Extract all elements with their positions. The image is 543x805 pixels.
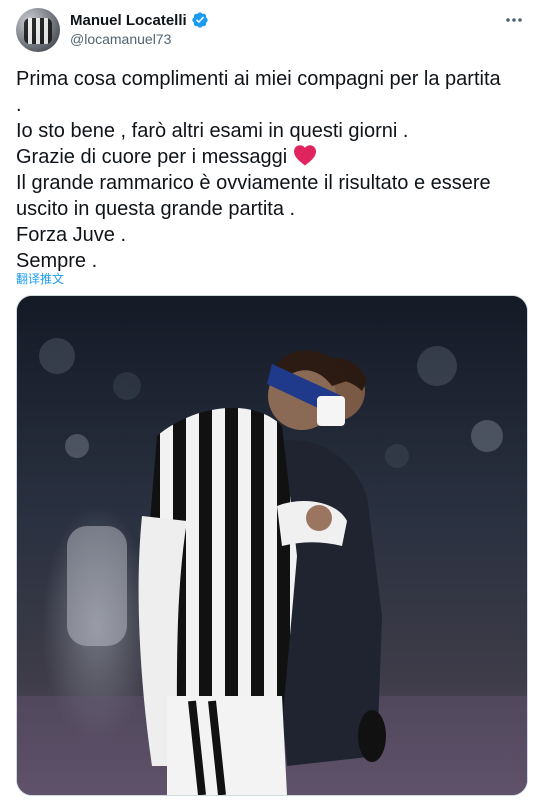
tweet-line: Prima cosa complimenti ai miei compagni …	[16, 68, 501, 90]
tweet-line: .	[16, 94, 22, 116]
avatar[interactable]	[16, 8, 60, 52]
tweet-line: Il grande rammarico è ovviamente il risu…	[16, 172, 491, 194]
tweet-line-with-emoji: Grazie di cuore per i messaggi	[16, 144, 528, 170]
tweet-card: Manuel Locatelli @locamanuel73 Prima cos…	[0, 0, 543, 805]
red-heart-icon	[294, 145, 317, 166]
more-options-icon[interactable]	[503, 10, 525, 30]
tweet-line: Grazie di cuore per i messaggi	[16, 146, 288, 168]
user-handle[interactable]: @locamanuel73	[70, 31, 171, 47]
tweet-line: Forza Juve .	[16, 224, 127, 246]
verified-badge-icon	[192, 12, 208, 28]
display-name[interactable]: Manuel Locatelli	[70, 12, 187, 29]
photo-illustration	[17, 296, 527, 795]
translate-tweet-link[interactable]: 翻译推文	[16, 270, 64, 287]
tweet-line: uscito in questa grande partita .	[16, 198, 296, 220]
author-name-row[interactable]: Manuel Locatelli	[70, 11, 209, 29]
tweet-media-photo[interactable]	[16, 295, 528, 796]
tweet-line: Io sto bene , farò altri esami in questi…	[16, 120, 409, 142]
tweet-text: Prima cosa complimenti ai miei compagni …	[16, 66, 528, 274]
tweet-line: Sempre .	[16, 250, 98, 272]
